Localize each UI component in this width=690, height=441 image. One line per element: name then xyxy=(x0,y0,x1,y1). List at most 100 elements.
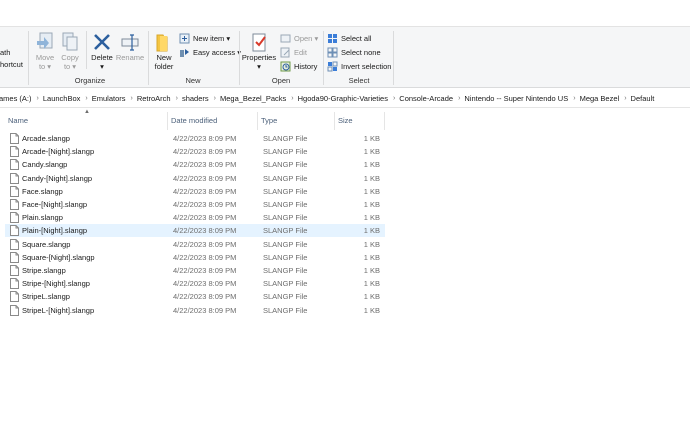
edit-button[interactable]: Edit xyxy=(280,46,307,58)
select-group-label: Select xyxy=(348,76,370,85)
file-row[interactable]: Arcade.slangp 4/22/2023 8:09 PM SLANGP Fil… xyxy=(5,132,385,145)
select-none-button[interactable]: Select none xyxy=(327,46,381,58)
breadcrumb-chevron-icon[interactable]: › xyxy=(573,95,575,102)
breadcrumb-item[interactable]: RetroArch xyxy=(137,94,171,103)
file-type: SLANGP File xyxy=(263,279,308,289)
file-row[interactable]: Candy-[Night].slangp 4/22/2023 8:09 PM SLA… xyxy=(5,172,385,185)
breadcrumb-item[interactable]: LaunchBox xyxy=(43,94,81,103)
ribbon-separator xyxy=(239,31,240,85)
file-row[interactable]: StripeL.slangp 4/22/2023 8:09 PM SLANGP Fi… xyxy=(5,290,385,303)
file-type: SLANGP File xyxy=(263,266,308,275)
file-size: 1 KB xyxy=(363,200,380,209)
breadcrumb-chevron-icon[interactable]: › xyxy=(176,95,178,102)
file-size: 1 KB xyxy=(363,213,380,223)
file-type: SLANGP File xyxy=(263,305,308,315)
breadcrumb-chevron-icon[interactable]: › xyxy=(393,95,395,102)
file-type: SLANGP File xyxy=(263,292,308,302)
history-button[interactable]: History xyxy=(280,60,317,72)
file-size: 1 KB xyxy=(363,252,380,262)
open-button[interactable]: Open ▾ xyxy=(280,32,318,44)
file-date-modified: 4/22/2023 8:09 PM xyxy=(173,239,237,249)
file-type: SLANGP File xyxy=(263,160,308,170)
new-item-button[interactable]: New item ▾ xyxy=(179,32,230,44)
invert-selection-button[interactable]: Invert selection xyxy=(327,60,391,72)
rename-button[interactable]: Rename xyxy=(116,31,144,62)
column-name[interactable]: Name xyxy=(5,112,168,130)
ribbon-separator xyxy=(28,31,29,85)
file-row[interactable]: Plain.slangp 4/22/2023 8:09 PM SLANGP File… xyxy=(5,211,385,224)
ribbon-separator xyxy=(86,31,87,69)
breadcrumb-chevron-icon[interactable]: › xyxy=(624,95,626,102)
file-name: StripeL.slangp xyxy=(22,292,70,302)
file-date-modified: 4/22/2023 8:09 PM xyxy=(173,305,237,315)
breadcrumb-item[interactable]: ames (A:) xyxy=(0,94,32,103)
breadcrumb-chevron-icon[interactable]: › xyxy=(37,95,39,102)
file-icon xyxy=(10,146,19,158)
breadcrumb-chevron-icon[interactable]: › xyxy=(214,95,216,102)
breadcrumb-item[interactable]: shaders xyxy=(182,94,209,103)
breadcrumb-item[interactable]: Default xyxy=(631,94,655,103)
column-type[interactable]: Type xyxy=(258,112,335,130)
file-date-modified: 4/22/2023 8:09 PM xyxy=(173,186,237,196)
file-date-modified: 4/22/2023 8:09 PM xyxy=(173,226,237,236)
title-strip xyxy=(0,0,690,26)
file-name: Candy-[Night].slangp xyxy=(22,173,93,183)
history-icon xyxy=(280,61,291,71)
breadcrumb-chevron-icon[interactable]: › xyxy=(131,95,133,102)
file-row[interactable]: Arcade-[Night].slangp 4/22/2023 8:09 PM SL… xyxy=(5,145,385,158)
file-date-modified: 4/22/2023 8:09 PM xyxy=(173,200,237,209)
breadcrumb-chevron-icon[interactable]: › xyxy=(458,95,460,102)
new-folder-button[interactable]: New folder xyxy=(151,31,177,71)
file-size: 1 KB xyxy=(363,279,380,289)
copy-to-button[interactable]: Copy to ▾ xyxy=(59,31,81,71)
properties-button[interactable]: Properties ▾ xyxy=(242,31,276,71)
breadcrumb-chevron-icon[interactable]: › xyxy=(291,95,293,102)
file-icon xyxy=(10,251,19,263)
column-size[interactable]: Size xyxy=(335,112,385,130)
new-item-icon xyxy=(179,33,190,43)
file-icon xyxy=(10,265,19,276)
breadcrumb-item[interactable]: Console-Arcade xyxy=(399,94,453,103)
breadcrumb[interactable]: ames (A:) › LaunchBox › Emulators › RetroArch ›… xyxy=(0,90,690,108)
breadcrumb-item[interactable]: Hgoda90-Graphic-Varieties xyxy=(298,94,388,103)
breadcrumb-item[interactable]: Mega_Bezel_Packs xyxy=(220,94,286,103)
file-row[interactable]: Stripe-[Night].slangp 4/22/2023 8:09 PM SL… xyxy=(5,277,385,290)
easy-access-button[interactable]: Easy access ▾ xyxy=(179,46,241,58)
file-size: 1 KB xyxy=(363,226,380,236)
file-type: SLANGP File xyxy=(263,186,308,196)
delete-button[interactable]: Delete ▾ xyxy=(90,31,114,71)
move-to-icon xyxy=(37,32,53,49)
delete-x-icon xyxy=(94,34,110,50)
breadcrumb-item[interactable]: Emulators xyxy=(92,94,126,103)
breadcrumb-item[interactable]: Nintendo -- Super Nintendo US xyxy=(464,94,568,103)
easy-access-icon xyxy=(180,48,189,57)
breadcrumb-chevron-icon[interactable]: › xyxy=(85,95,87,102)
file-size: 1 KB xyxy=(363,134,380,143)
file-type: SLANGP File xyxy=(263,200,308,209)
move-to-button[interactable]: Move to ▾ xyxy=(34,31,56,71)
file-row[interactable]: Square-[Night].slangp 4/22/2023 8:09 PM SL… xyxy=(5,251,385,264)
file-row[interactable]: Plain-[Night].slangp 4/22/2023 8:09 PM SLA… xyxy=(5,224,385,238)
file-name: Face-[Night].slangp xyxy=(22,200,88,209)
file-row[interactable]: StripeL-[Night].slangp 4/22/2023 8:09 PM S… xyxy=(5,304,385,317)
file-icon xyxy=(10,185,19,197)
invert-selection-icon xyxy=(327,61,338,71)
file-row[interactable]: Square.slangp 4/22/2023 8:09 PM SLANGP Fil… xyxy=(5,238,385,251)
file-date-modified: 4/22/2023 8:09 PM xyxy=(173,160,237,170)
copy-path-partial[interactable]: ath hortcut xyxy=(0,47,23,71)
ribbon-separator xyxy=(323,31,324,85)
select-all-button[interactable]: Select all xyxy=(327,32,371,44)
file-type: SLANGP File xyxy=(263,226,308,236)
file-row[interactable]: Stripe.slangp 4/22/2023 8:09 PM SLANGP Fil… xyxy=(5,264,385,277)
file-size: 1 KB xyxy=(363,173,380,183)
file-row[interactable]: Face.slangp 4/22/2023 8:09 PM SLANGP File 1… xyxy=(5,185,385,198)
file-date-modified: 4/22/2023 8:09 PM xyxy=(173,266,237,275)
file-row[interactable]: Candy.slangp 4/22/2023 8:09 PM SLANGP File… xyxy=(5,158,385,171)
file-name: Plain.slangp xyxy=(22,213,63,223)
breadcrumb-item[interactable]: Mega Bezel xyxy=(580,94,620,103)
column-date-modified[interactable]: Date modified xyxy=(168,112,258,130)
file-icon xyxy=(10,133,19,144)
file-row[interactable]: Face-[Night].slangp 4/22/2023 8:09 PM SLAN… xyxy=(5,198,385,211)
folder-icon xyxy=(156,34,168,52)
file-icon xyxy=(10,199,19,210)
